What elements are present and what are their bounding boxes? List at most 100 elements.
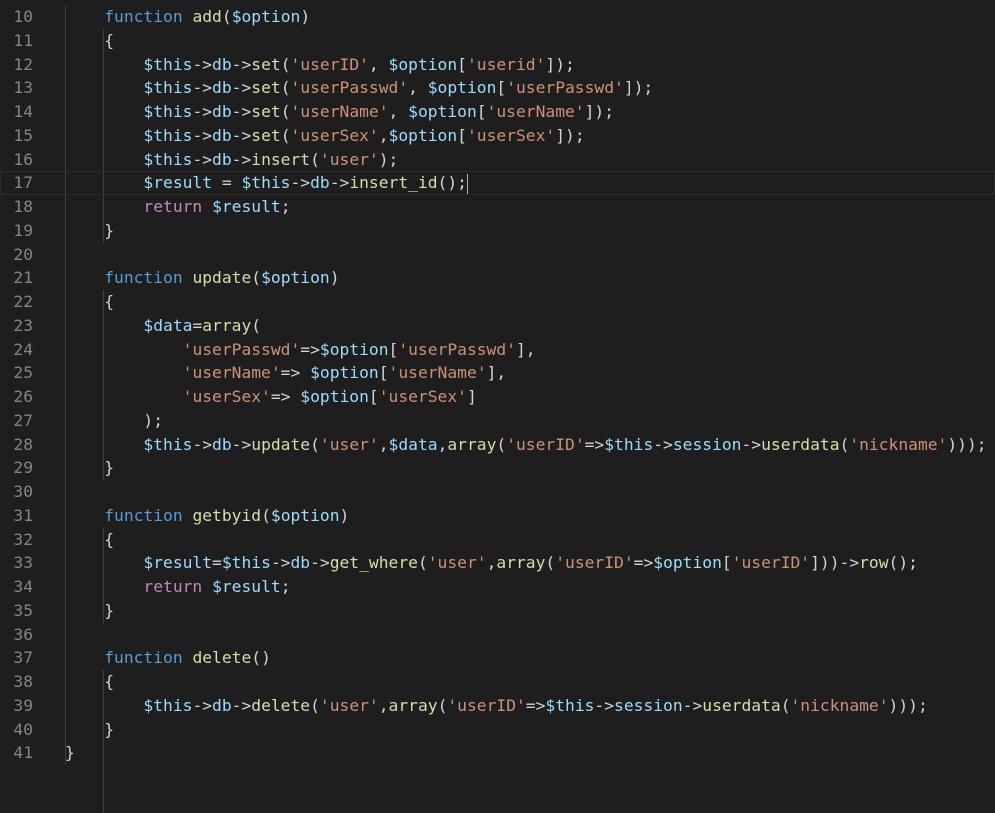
code-line[interactable]: 24 'userPasswd'=>$option['userPasswd'], [0,338,995,362]
code-line[interactable]: 14 $this->db->set('userName', $option['u… [0,100,995,124]
code-text[interactable]: $data=array( [65,314,261,338]
code-line[interactable]: 10 function add($option) [0,5,995,29]
code-line[interactable]: 20 [0,243,995,267]
code-token: set [251,54,281,74]
code-text[interactable]: { [65,29,114,53]
code-text[interactable]: { [65,290,114,314]
code-line[interactable]: 35 } [0,599,995,623]
code-text[interactable]: ); [65,409,163,433]
code-line[interactable]: 23 $data=array( [0,314,995,338]
code-text[interactable]: function delete() [65,646,271,670]
code-line[interactable]: 11 { [0,29,995,53]
code-line[interactable]: 30 [0,480,995,504]
code-token: 'userPasswd' [506,78,624,98]
code-line[interactable]: 36 [0,623,995,647]
code-text[interactable]: } [65,219,114,243]
code-token: => [300,339,320,359]
code-token: $result [212,577,281,596]
code-line[interactable]: 18 return $result; [0,195,995,219]
code-token: -> [231,78,252,98]
code-token: 'userID' [731,553,811,573]
code-text[interactable]: $result = $this->db->insert_id(); [65,171,468,195]
code-line[interactable]: 29 } [0,456,995,480]
code-line[interactable]: 19 } [0,219,995,243]
code-line[interactable]: 26 'userSex'=> $option['userSex'] [0,385,995,409]
code-line[interactable]: 40 } [0,718,995,742]
code-line[interactable]: 17 $result = $this->db->insert_id(); [0,171,995,195]
code-token: [ [457,54,467,74]
code-text[interactable]: $this->db->set('userSex',$option['userSe… [65,124,584,148]
code-text[interactable]: $this->db->set('userName', $option['user… [65,100,614,124]
code-token: -> [653,434,673,454]
code-editor[interactable]: 10 function add($option) 11 {12 $this->db… [0,0,995,813]
code-text[interactable]: 'userSex'=> $option['userSex'] [65,385,477,409]
code-text[interactable]: 'userName'=> $option['userName'], [65,361,507,385]
code-token: 'userSex' [466,125,556,145]
code-text[interactable]: $this->db->delete('user',array('userID'=… [65,694,927,718]
code-text[interactable]: function update($option) [65,266,339,290]
code-token: 'userID' [506,434,585,454]
line-number: 20 [13,244,33,264]
code-token: ]); [623,78,654,98]
code-text[interactable]: $result=$this->db->get_where('user',arra… [65,551,918,575]
code-line[interactable]: 12 $this->db->set('userID', $option['use… [0,53,995,77]
code-token: delete [251,695,311,715]
code-text[interactable]: 'userPasswd'=>$option['userPasswd'], [65,338,536,362]
code-text[interactable]: { [65,670,114,694]
code-line[interactable]: 41} [0,741,995,765]
code-line[interactable]: 31 function getbyid($option) [0,504,995,528]
code-text[interactable]: return $result; [65,195,291,219]
code-text[interactable]: { [65,528,114,552]
code-line[interactable]: 32 { [0,528,995,552]
code-token: = [212,173,242,193]
code-text[interactable]: $this->db->update('user',$data,array('us… [65,433,986,457]
code-token: update [192,268,252,288]
code-text[interactable]: } [65,599,114,623]
line-number: 35 [13,600,33,620]
code-line[interactable]: 28 $this->db->update('user',$data,array(… [0,433,995,457]
code-text[interactable]: } [65,741,75,765]
code-token: } [65,220,115,240]
code-text[interactable]: $this->db->set('userPasswd', $option['us… [65,76,653,100]
line-number: 26 [13,387,33,406]
code-line[interactable]: 22 { [0,290,995,314]
code-token: function [104,7,183,26]
code-token: => [280,363,311,383]
code-line[interactable]: 25 'userName'=> $option['userName'], [0,361,995,385]
code-text[interactable]: } [65,456,114,480]
code-text[interactable]: return $result; [65,575,291,599]
code-line[interactable]: 39 $this->db->delete('user',array('userI… [0,694,995,718]
code-line[interactable]: 21 function update($option) [0,266,995,290]
code-text[interactable]: $this->db->insert('user'); [65,148,398,172]
code-line[interactable]: 33 $result=$this->db->get_where('user',a… [0,551,995,575]
line-number: 14 [13,102,33,121]
code-text[interactable]: function add($option) [65,5,310,29]
code-text[interactable]: } [65,718,114,742]
code-token: function [104,505,183,525]
line-number: 32 [13,529,33,549]
code-token: ; [280,577,291,596]
code-line[interactable]: 15 $this->db->set('userSex',$option['use… [0,124,995,148]
code-token: array [496,553,546,573]
code-line[interactable]: 37 function delete() [0,646,995,670]
code-token: db [212,434,232,454]
code-token: ; [280,197,291,216]
code-token: update [251,434,311,454]
code-token: $option [270,505,340,525]
code-line[interactable]: 27 ); [0,409,995,433]
code-line[interactable]: 16 $this->db->insert('user'); [0,148,995,172]
code-text[interactable]: $this->db->set('userID', $option['userid… [65,53,574,77]
code-token: -> [231,125,252,145]
code-text[interactable]: function getbyid($option) [65,504,349,528]
code-line[interactable]: 13 $this->db->set('userPasswd', $option[… [0,76,995,100]
code-line[interactable]: 34 return $result; [0,575,995,599]
code-token: => [525,695,546,715]
code-token: $this [221,553,271,573]
code-line[interactable]: 38 { [0,670,995,694]
